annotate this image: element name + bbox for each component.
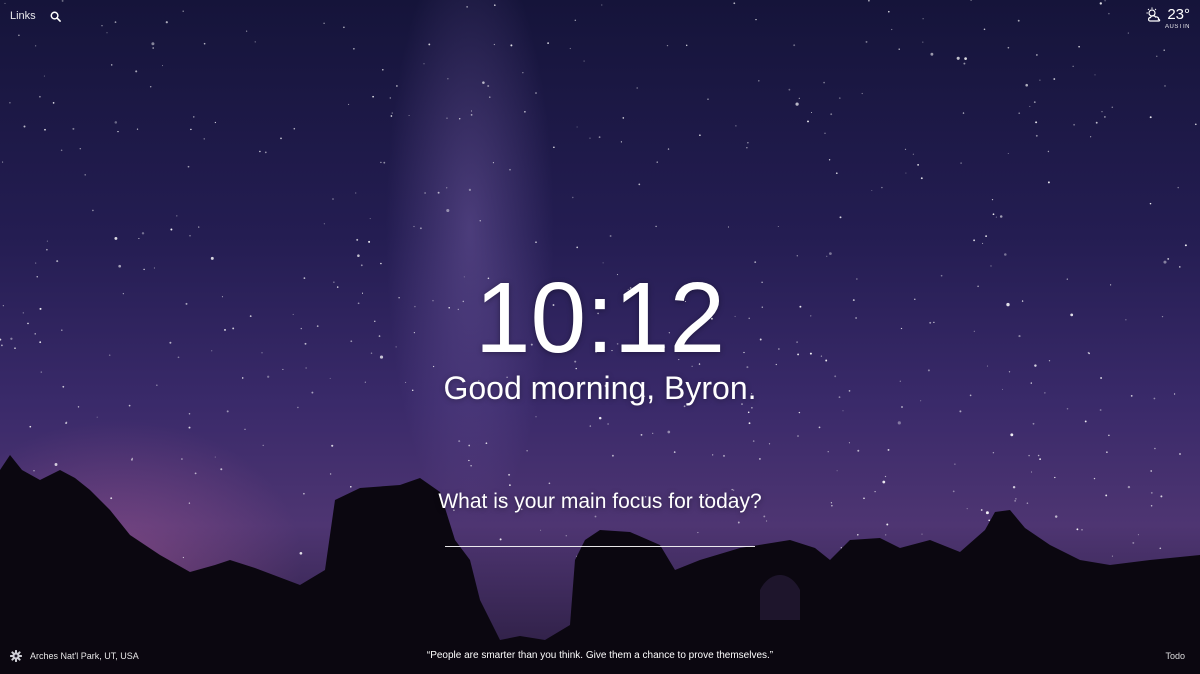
weather-city: AUSTIN: [1164, 24, 1190, 30]
partly-cloudy-icon: [1146, 7, 1161, 22]
temperature: 23°: [1167, 6, 1190, 23]
weather-widget[interactable]: 23° AUSTIN: [1145, 6, 1190, 30]
greeting-text: Good morning, Byron.: [443, 370, 757, 406]
clock-greeting: 10:12 Good morning, Byron.: [0, 262, 1200, 408]
search-icon[interactable]: [50, 11, 61, 22]
todo-button[interactable]: Todo: [1165, 651, 1185, 661]
links-button[interactable]: Links: [10, 10, 36, 22]
focus-question: What is your main focus for today?: [438, 490, 762, 513]
daily-quote: “People are smarter than you think. Give…: [426, 650, 774, 661]
clock-time: 10:12: [474, 262, 726, 374]
focus-input[interactable]: [445, 528, 755, 547]
background-wallpaper: Links 23° AUSTIN 10:12 Good morning, Byr…: [0, 0, 1200, 674]
